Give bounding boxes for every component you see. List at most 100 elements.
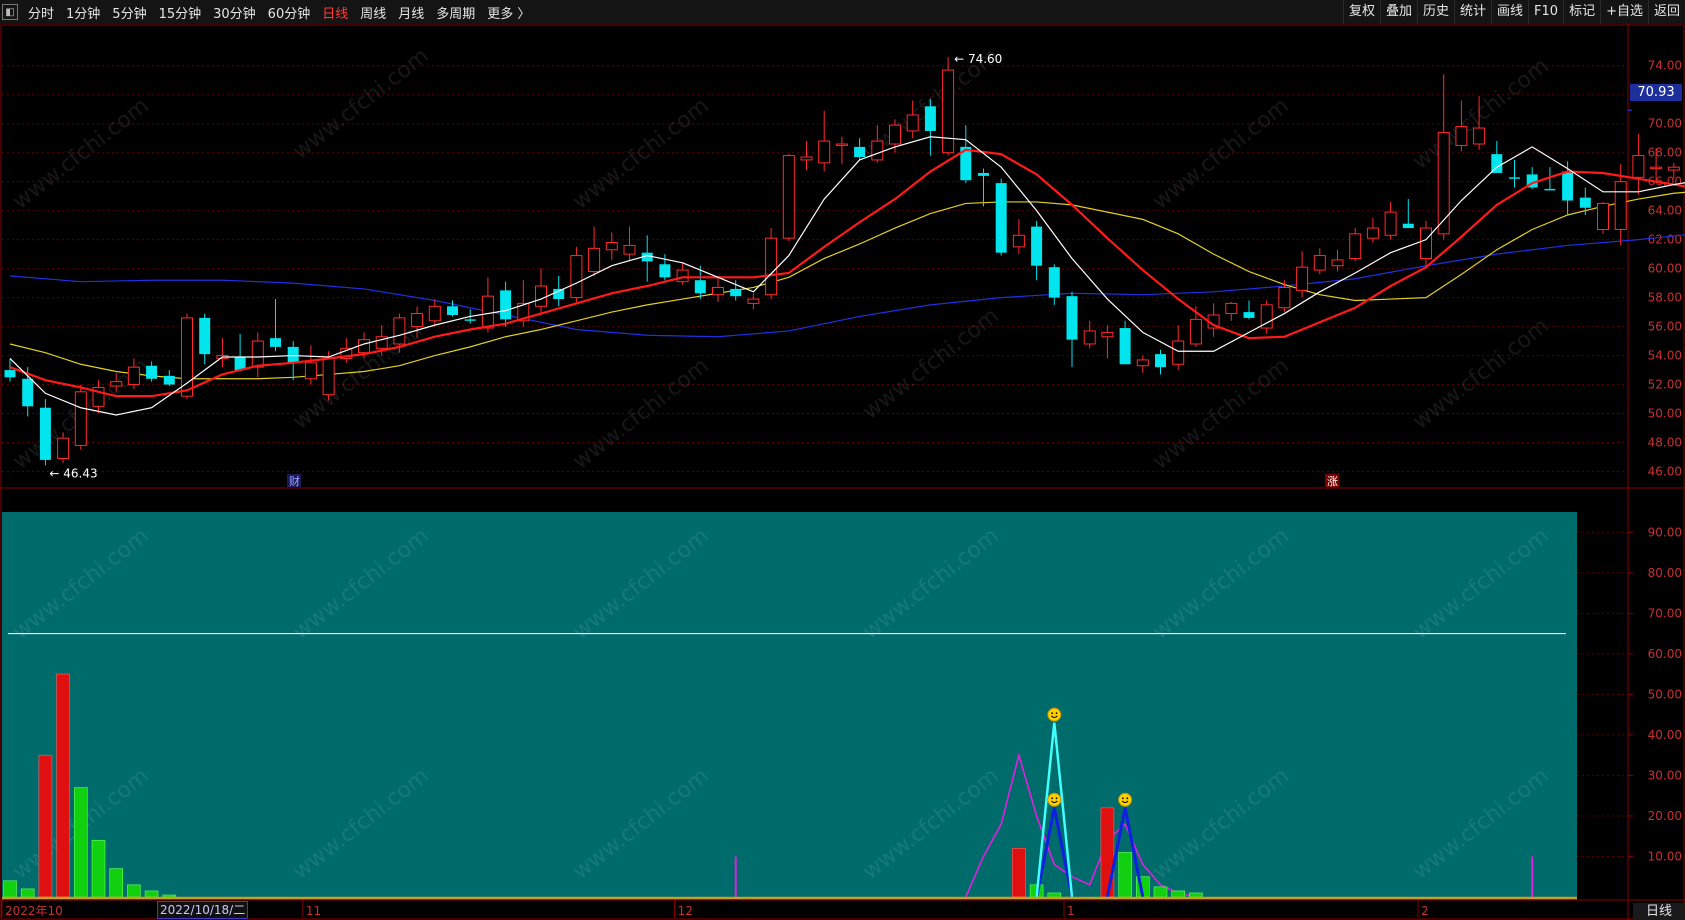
price-axis-label: 46.00 <box>1648 465 1682 479</box>
smiley-icon <box>1118 792 1133 807</box>
watermark-text: www.cfchi.com <box>288 523 433 644</box>
history-button[interactable]: 历史 <box>1416 0 1454 24</box>
candle-up <box>1667 166 1680 171</box>
candle-up <box>1473 127 1486 145</box>
candle-down <box>234 357 246 371</box>
watermark-text: www.cfchi.com <box>1408 53 1553 174</box>
candle-down <box>694 280 706 294</box>
indicator-main-value: : 65.00 <box>112 491 155 505</box>
candle-up <box>835 143 848 146</box>
stats-button[interactable]: 统计 <box>1454 0 1491 24</box>
collapse-icon[interactable]: ◧ <box>2 4 18 20</box>
chart-background <box>0 24 1685 920</box>
green-bar <box>74 787 88 898</box>
watermark-text: www.cfchi.com <box>568 523 713 644</box>
watermark-text: www.cfchi.com <box>1148 523 1293 644</box>
green-bar <box>20 888 35 898</box>
watermark-text: www.cfchi.com <box>858 523 1003 644</box>
indicator-axis-label: 40.00 <box>1648 728 1682 742</box>
tab-5min[interactable]: 5分钟 <box>106 3 152 22</box>
candle-down <box>553 288 565 300</box>
template-dropdown-icon[interactable]: ▾ <box>132 27 145 39</box>
indicator-dropdown-icon[interactable]: ▾ <box>4 492 16 504</box>
tab-15min[interactable]: 15分钟 <box>153 3 208 22</box>
mark-button[interactable]: 标记 <box>1563 0 1600 24</box>
tab-fenshi[interactable]: 分时 <box>22 3 60 22</box>
candle-up <box>110 381 123 387</box>
tab-weekly[interactable]: 周线 <box>354 3 392 22</box>
candle-up <box>712 286 724 296</box>
candle-up <box>765 237 778 296</box>
tab-30min[interactable]: 30分钟 <box>207 3 262 22</box>
candle-up <box>428 305 441 322</box>
cai-badge: 财 <box>289 474 300 488</box>
watermark-text: www.cfchi.com <box>8 353 153 474</box>
candle-up <box>340 347 353 359</box>
candle-up <box>1172 340 1185 365</box>
ma10-value: MA10: 65.60 <box>288 25 371 41</box>
template-name[interactable]: 默认主图 <box>150 24 202 43</box>
candle-up <box>1260 304 1273 329</box>
zhuli-lachang-value: ￥主力拉升: 0.00 <box>672 491 768 506</box>
candle-up <box>818 140 831 164</box>
watermark-text: www.cfchi.com <box>8 93 153 214</box>
candle-up <box>1632 155 1645 178</box>
green-bar <box>162 894 177 898</box>
candle-up <box>375 336 388 349</box>
tab-1min[interactable]: 1分钟 <box>60 3 106 22</box>
magenta-line <box>965 752 1197 898</box>
indicator-axis-label: 90.00 <box>1648 525 1682 539</box>
price-axis-label: 64.00 <box>1648 204 1682 218</box>
back-button[interactable]: 返回 <box>1647 0 1685 24</box>
candle-down <box>1402 223 1414 229</box>
green-bar <box>144 890 159 898</box>
overlay-button[interactable]: 叠加 <box>1379 0 1417 24</box>
candle-down <box>1509 177 1520 179</box>
draw-button[interactable]: 画线 <box>1491 0 1528 24</box>
chart-frame <box>0 24 1685 920</box>
xichou-value: 吸筹: 0.00 <box>166 491 226 506</box>
candle-up <box>181 317 193 397</box>
high-price-annotation: ← 74.60 <box>954 52 1002 66</box>
add-watchlist-button[interactable]: +自选 <box>1600 0 1648 24</box>
f10-button[interactable]: F10 <box>1528 0 1563 24</box>
candle-up <box>1349 233 1362 259</box>
candle-down <box>163 375 175 385</box>
candle-up <box>411 313 424 328</box>
candle-up <box>358 339 370 354</box>
candle-down <box>4 370 16 378</box>
candle-up <box>889 124 901 145</box>
stock-chart[interactable]: 74.0072.0070.0068.0066.0064.0062.0060.00… <box>0 0 1685 920</box>
stock-title[interactable]: 德明利 (日线,前复权) <box>4 24 126 43</box>
price-axis-label: 66.00 <box>1648 175 1682 189</box>
watermark-text: www.cfchi.com <box>1148 93 1293 214</box>
smiley-eye <box>1055 712 1058 715</box>
candle-up <box>92 386 105 407</box>
smiley-mouth <box>1121 800 1129 804</box>
candle-down <box>39 407 51 460</box>
watermark-text: www.cfchi.com <box>1408 763 1553 884</box>
period-badge[interactable]: 日线 <box>1633 903 1685 920</box>
watermark-text: www.cfchi.com <box>8 523 153 644</box>
candle-up <box>1437 131 1450 235</box>
indicator-axis-label: 70.00 <box>1648 606 1682 620</box>
smiley-eye <box>1122 797 1124 800</box>
indicator-axis-label: 60.00 <box>1648 647 1682 661</box>
ma60-value: MA60: 62.38 <box>465 25 548 41</box>
ma5-value: MA5: 66.04 <box>208 25 283 41</box>
candle-up <box>127 366 140 386</box>
tab-monthly[interactable]: 月线 <box>392 3 430 22</box>
tab-daily[interactable]: 日线 <box>316 3 354 22</box>
green-bar <box>109 868 123 898</box>
candle-up <box>517 302 530 322</box>
blue-peak <box>1035 807 1074 898</box>
tab-more[interactable]: 更多 〉 <box>481 3 536 22</box>
indicator-name[interactable]: 试看看吸筹(26) <box>22 490 107 507</box>
price-axis-label: 62.00 <box>1648 233 1682 247</box>
time-axis-label: 2022年10 <box>5 904 63 918</box>
price-axis-label: 52.00 <box>1648 378 1682 392</box>
tab-multi-period[interactable]: 多周期 <box>430 3 481 22</box>
tab-60min[interactable]: 60分钟 <box>262 3 317 22</box>
fuquan-button[interactable]: 复权 <box>1342 0 1380 24</box>
candle-up <box>676 269 689 283</box>
